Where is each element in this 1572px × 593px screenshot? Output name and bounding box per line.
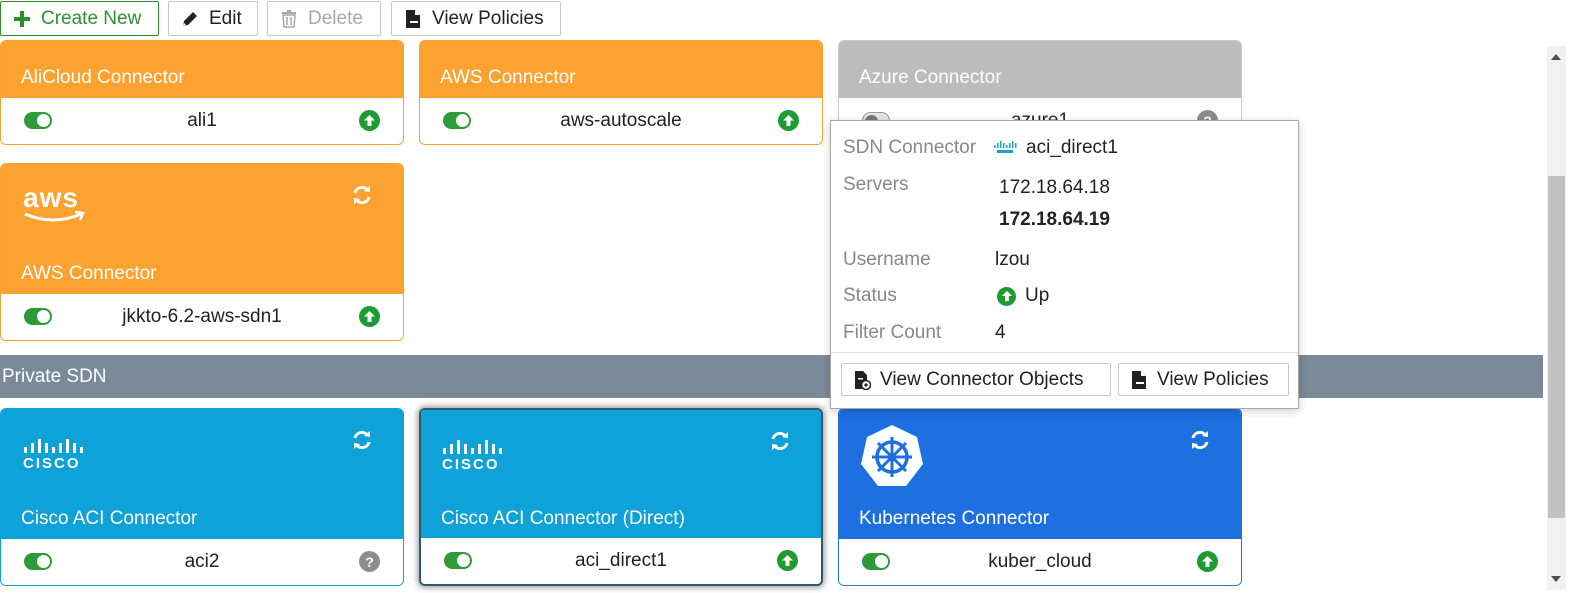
username-value: lzou <box>995 249 1030 270</box>
connector-card-cisco-aci-direct1[interactable]: CISCO Cisco ACI Connector (Direct) aci_d… <box>419 408 823 586</box>
filter-count-value: 4 <box>995 322 1006 343</box>
document-icon <box>1129 370 1149 390</box>
document-icon <box>402 8 424 30</box>
scrollbar-thumb[interactable] <box>1548 176 1565 518</box>
sdn-connector-label: SDN Connector <box>843 137 977 158</box>
arrow-up-circle-icon <box>359 110 380 131</box>
view-policies-button[interactable]: View Policies <box>391 1 561 36</box>
card-footer: aci_direct1 <box>421 538 821 584</box>
card-footer: jkkto-6.2-aws-sdn1 <box>1 294 403 340</box>
scroll-down-arrow-icon[interactable] <box>1551 576 1561 582</box>
card-header: CISCO Cisco ACI Connector (Direct) <box>421 410 821 540</box>
arrow-up-circle-icon <box>778 110 799 131</box>
plus-icon <box>11 8 33 30</box>
sdn-connector-value: aci_direct1 <box>994 137 1118 159</box>
connector-details-popup: SDN Connector aci_direct1 Servers 172.18… <box>830 120 1299 409</box>
connector-card-cisco-aci2[interactable]: CISCO Cisco ACI Connector aci2 ? <box>0 408 404 586</box>
create-new-button[interactable]: Create New <box>0 1 159 36</box>
status-label: Status <box>843 285 897 306</box>
connector-name: aci2 <box>184 551 220 572</box>
vertical-scrollbar[interactable] <box>1547 46 1566 590</box>
card-title: AWS Connector <box>440 67 576 88</box>
popup-view-policies-button[interactable]: View Policies <box>1118 363 1289 396</box>
card-footer: aci2 ? <box>1 539 403 585</box>
card-header: AWS Connector <box>420 41 822 99</box>
card-footer: aws-autoscale <box>420 98 822 144</box>
pencil-icon <box>179 8 201 30</box>
refresh-icon[interactable] <box>351 429 373 451</box>
view-connector-objects-button[interactable]: View Connector Objects <box>841 363 1111 396</box>
card-header: Kubernetes Connector <box>839 409 1241 540</box>
card-footer: kuber_cloud <box>839 539 1241 585</box>
edit-label: Edit <box>209 7 242 29</box>
question-circle-icon: ? <box>359 551 380 572</box>
aws-logo: aws <box>23 184 87 224</box>
scroll-up-arrow-icon[interactable] <box>1551 54 1561 60</box>
refresh-icon[interactable] <box>1189 429 1211 451</box>
enable-toggle[interactable] <box>862 553 890 570</box>
cisco-small-icon <box>994 141 1017 153</box>
card-header: AliCloud Connector <box>1 41 403 99</box>
card-header: aws AWS Connector <box>1 164 403 295</box>
card-header: CISCO Cisco ACI Connector <box>1 409 403 540</box>
connector-name: aws-autoscale <box>560 110 682 131</box>
section-title: Private SDN <box>2 365 107 387</box>
connector-card-kubernetes[interactable]: Kubernetes Connector kuber_cloud <box>838 408 1242 586</box>
refresh-icon[interactable] <box>769 430 791 452</box>
card-title: AWS Connector <box>21 263 157 284</box>
arrow-up-circle-icon <box>1197 551 1218 572</box>
view-connector-objects-label: View Connector Objects <box>880 368 1084 390</box>
delete-button[interactable]: Delete <box>267 1 381 36</box>
filter-count-label: Filter Count <box>843 322 942 343</box>
connector-name: aci_direct1 <box>575 550 667 571</box>
kubernetes-logo-icon <box>860 423 924 492</box>
card-title: Kubernetes Connector <box>859 508 1050 529</box>
object-document-icon <box>852 370 872 390</box>
card-header: Azure Connector <box>839 41 1241 99</box>
username-label: Username <box>843 249 931 270</box>
card-title: Cisco ACI Connector (Direct) <box>441 508 685 529</box>
refresh-icon[interactable] <box>351 184 373 206</box>
status-value: Up <box>997 285 1049 307</box>
card-title: Cisco ACI Connector <box>21 508 198 529</box>
server-1-value: 172.18.64.18 <box>999 177 1110 198</box>
connector-card-aws-autoscale[interactable]: AWS Connector aws-autoscale <box>419 40 823 145</box>
enable-toggle[interactable] <box>24 308 52 325</box>
server-2-value: 172.18.64.19 <box>999 209 1110 230</box>
enable-toggle[interactable] <box>443 112 471 129</box>
servers-label: Servers <box>843 174 909 195</box>
connector-card-aws-jkkto[interactable]: aws AWS Connector jkkto-6.2-aws-sdn1 <box>0 163 404 341</box>
arrow-up-circle-icon <box>777 550 798 571</box>
popup-actions: View Connector Objects View Policies <box>831 352 1298 408</box>
card-title: Azure Connector <box>859 67 1002 88</box>
connector-name: kuber_cloud <box>988 551 1092 572</box>
enable-toggle[interactable] <box>24 112 52 129</box>
cisco-logo: CISCO <box>23 439 87 472</box>
toolbar: Create New Edit Delete View Policies <box>0 0 1572 38</box>
delete-label: Delete <box>308 7 363 29</box>
cisco-logo: CISCO <box>442 440 506 473</box>
trash-icon <box>278 8 300 30</box>
enable-toggle[interactable] <box>444 552 472 569</box>
connector-name: ali1 <box>187 110 217 131</box>
arrow-up-circle-icon <box>997 286 1016 306</box>
create-new-label: Create New <box>41 7 142 29</box>
enable-toggle[interactable] <box>24 553 52 570</box>
section-header-private-sdn: Private SDN <box>0 355 1543 398</box>
popup-view-policies-label: View Policies <box>1157 368 1269 390</box>
connector-card-alicloud[interactable]: AliCloud Connector ali1 <box>0 40 404 145</box>
connector-name: jkkto-6.2-aws-sdn1 <box>122 306 282 327</box>
card-title: AliCloud Connector <box>21 67 185 88</box>
arrow-up-circle-icon <box>359 306 380 327</box>
edit-button[interactable]: Edit <box>168 1 258 36</box>
view-policies-label: View Policies <box>432 7 544 29</box>
card-footer: ali1 <box>1 98 403 144</box>
